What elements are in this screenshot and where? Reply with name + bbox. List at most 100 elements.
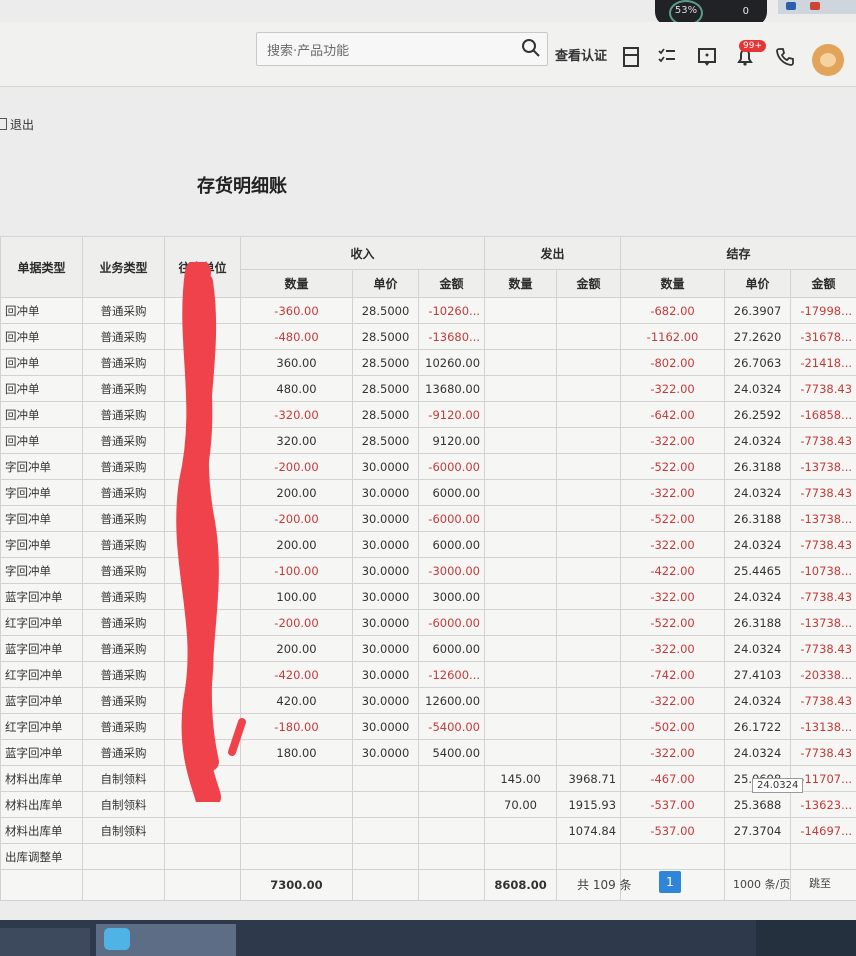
table-row[interactable]: 字回冲单 普通采购 -200.00 30.0000 -6000.00 -522.00 26.…	[0, 505, 856, 532]
table-row[interactable]: 回冲单 普通采购 -360.00 28.5000 -10260... -682.00 26.…	[0, 297, 856, 324]
cell-bal-price: 24.0324	[724, 531, 792, 558]
cell-in-amount: 9120.00	[417, 427, 486, 454]
cell-biz-type: 普通采购	[82, 609, 165, 636]
cell-in-qty: -420.00	[240, 661, 353, 688]
cell-in-amount: 5400.00	[417, 739, 486, 766]
message-icon[interactable]	[696, 46, 718, 68]
search-icon[interactable]	[521, 38, 541, 58]
header-in-amount[interactable]: 金额	[417, 269, 486, 298]
cell-bal-amount: -7738.43	[790, 375, 856, 402]
cell-partner	[164, 531, 241, 558]
header-partner[interactable]: 往来单位	[164, 236, 241, 298]
cell-in-price: 30.0000	[352, 739, 419, 766]
cell-bal-qty: -522.00	[620, 453, 726, 480]
cell-biz-type: 自制领料	[82, 791, 165, 818]
header-bal-amount[interactable]: 金额	[790, 269, 856, 298]
phone-icon[interactable]	[774, 46, 796, 68]
cell-bal-qty: -322.00	[620, 479, 726, 506]
header-in-qty[interactable]: 数量	[240, 269, 353, 298]
header-bal-qty[interactable]: 数量	[620, 269, 726, 298]
table-row[interactable]: 回冲单 普通采购 -480.00 28.5000 -13680... -1162.00 27…	[0, 323, 856, 350]
cell-bal-qty: -322.00	[620, 583, 726, 610]
table-row[interactable]: 字回冲单 普通采购 -100.00 30.0000 -3000.00 -422.00 25.…	[0, 557, 856, 584]
cell-in-price: 28.5000	[352, 297, 419, 324]
cell-bal-price: 24.0324	[724, 635, 792, 662]
table-row[interactable]: 字回冲单 普通采购 200.00 30.0000 6000.00 -322.00 24.03…	[0, 479, 856, 506]
cell-bal-qty: -1162.00	[620, 323, 726, 350]
calculator-icon[interactable]	[620, 46, 642, 68]
verify-link[interactable]: 查看认证	[555, 45, 607, 64]
cell-doc-type: 材料出库单	[0, 817, 83, 844]
header-biz-type[interactable]: 业务类型	[82, 236, 165, 298]
cell-bal-amount: -31678...	[790, 323, 856, 350]
table-row[interactable]: 蓝字回冲单 普通采购 180.00 30.0000 5400.00 -322.00 24.0…	[0, 739, 856, 766]
cell-bal-amount: -20338...	[790, 661, 856, 688]
cell-doc-type: 回冲单	[0, 297, 83, 324]
cell-bal-amount: -16858...	[790, 401, 856, 428]
cell-bal-qty: -742.00	[620, 661, 726, 688]
logout-button[interactable]: 退出	[0, 116, 34, 133]
cell-out-qty	[484, 635, 558, 662]
cell-bal-qty: -322.00	[620, 687, 726, 714]
header-doc-type[interactable]: 单据类型	[0, 236, 83, 298]
header-bal-price[interactable]: 单价	[724, 269, 792, 298]
table-row[interactable]: 红字回冲单 普通采购 -420.00 30.0000 -12600... -742.00 2…	[0, 661, 856, 688]
table-row[interactable]: 回冲单 普通采购 -320.00 28.5000 -9120.00 -642.00 26.2…	[0, 401, 856, 428]
cell-bal-qty: -502.00	[620, 713, 726, 740]
table-row[interactable]: 蓝字回冲单 普通采购 420.00 30.0000 12600.00 -322.00 24.…	[0, 687, 856, 714]
cell-in-qty: 200.00	[240, 635, 353, 662]
cell-out-amount	[556, 375, 622, 402]
cell-bal-price: 26.7063	[724, 349, 792, 376]
cell-biz-type: 普通采购	[82, 505, 165, 532]
table-row[interactable]: 回冲单 普通采购 360.00 28.5000 10260.00 -802.00 26.70…	[0, 349, 856, 376]
cell-out-amount	[556, 557, 622, 584]
cell-in-price: 30.0000	[352, 505, 419, 532]
table-row[interactable]: 蓝字回冲单 普通采购 100.00 30.0000 3000.00 -322.00 24.0…	[0, 583, 856, 610]
cell-in-amount: 10260.00	[417, 349, 486, 376]
cell-partner	[164, 739, 241, 766]
search-input[interactable]: 搜索·产品功能	[256, 32, 548, 66]
header-out-amount[interactable]: 金额	[556, 269, 622, 298]
cell-bal-qty: -537.00	[620, 791, 726, 818]
table-row[interactable]: 材料出库单自制领料145.003968.71-467.0025.0698-117…	[0, 765, 856, 792]
header-in-price[interactable]: 单价	[352, 269, 419, 298]
cell-in-amount: 6000.00	[417, 479, 486, 506]
cell-biz-type: 普通采购	[82, 453, 165, 480]
taskbar-item[interactable]	[0, 928, 90, 956]
table-row[interactable]: 蓝字回冲单 普通采购 200.00 30.0000 6000.00 -322.00 24.0…	[0, 635, 856, 662]
cell-doc-type: 字回冲单	[0, 557, 83, 584]
cell-in-amount: 12600.00	[417, 687, 486, 714]
cell-doc-type: 蓝字回冲单	[0, 583, 83, 610]
table-row[interactable]: 材料出库单 自制领料 1074.84 -537.00 27.3704 -14697...	[0, 817, 856, 844]
cell-bal-price: 24.0324	[724, 427, 792, 454]
cell-bal-amount: -7738.43	[790, 583, 856, 610]
cell-doc-type: 红字回冲单	[0, 661, 83, 688]
table-row[interactable]: 回冲单 普通采购 480.00 28.5000 13680.00 -322.00 24.03…	[0, 375, 856, 402]
page-size-select[interactable]: 1000 条/页	[733, 876, 790, 892]
table-row[interactable]: 红字回冲单 普通采购 -180.00 30.0000 -5400.00 -502.00 26…	[0, 713, 856, 740]
table-row[interactable]: 字回冲单 普通采购 200.00 30.0000 6000.00 -322.00 24.03…	[0, 531, 856, 558]
table-row[interactable]: 材料出库单 自制领料 70.00 1915.93 -537.00 25.3688 -1362…	[0, 791, 856, 818]
table-row[interactable]: 字回冲单 普通采购 -200.00 30.0000 -6000.00 -522.00 26.…	[0, 453, 856, 480]
cell-in-qty: -480.00	[240, 323, 353, 350]
table-row[interactable]: 回冲单 普通采购 320.00 28.5000 9120.00 -322.00 24.032…	[0, 427, 856, 454]
system-tray	[756, 920, 856, 956]
cell-in-qty: -320.00	[240, 401, 353, 428]
header-out-qty[interactable]: 数量	[484, 269, 558, 298]
cell-in-amount: 6000.00	[417, 635, 486, 662]
cell-bal-price: 27.2620	[724, 323, 792, 350]
cell-bal-price: 24.0324	[724, 739, 792, 766]
jump-to-page[interactable]: 跳至	[809, 875, 831, 891]
cell-in-price: 28.5000	[352, 323, 419, 350]
cell-in-qty: 360.00	[240, 349, 353, 376]
table-row[interactable]: 红字回冲单 普通采购 -200.00 30.0000 -6000.00 -522.00 26…	[0, 609, 856, 636]
cell-out-qty	[484, 323, 558, 350]
cell-out-qty	[484, 609, 558, 636]
cell-out-qty	[484, 427, 558, 454]
cell-biz-type: 普通采购	[82, 557, 165, 584]
avatar[interactable]	[812, 44, 844, 76]
checklist-icon[interactable]	[656, 46, 678, 68]
cell-bal-price: 26.3188	[724, 453, 792, 480]
page-button-current[interactable]: 1	[659, 871, 681, 893]
cell-in-amount: -9120.00	[417, 401, 486, 428]
